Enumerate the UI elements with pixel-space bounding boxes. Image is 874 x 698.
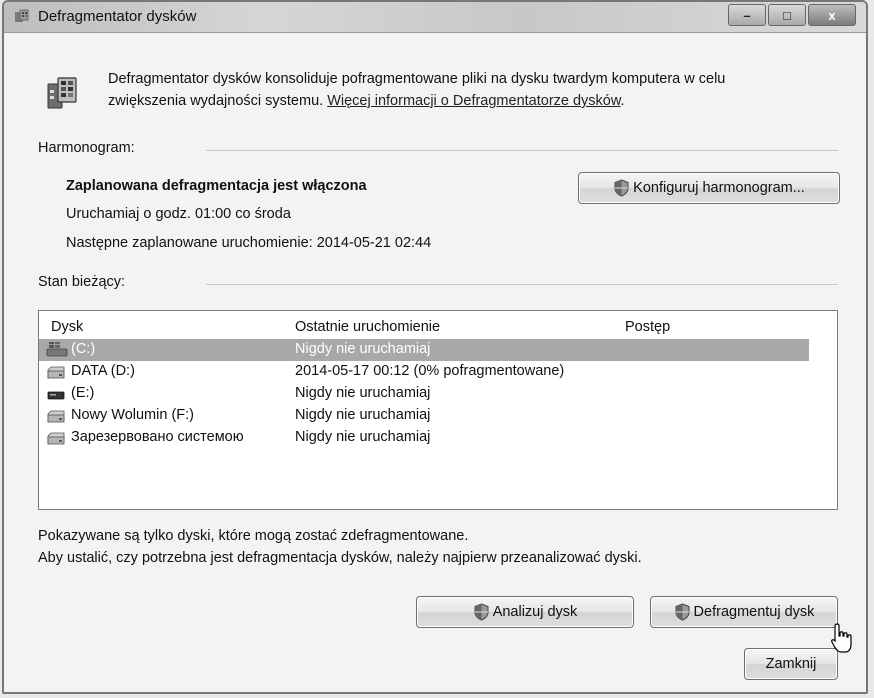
disk-row-f[interactable]: Nowy Wolumin (F:) Nigdy nie uruchamiaj [39, 405, 837, 427]
status-separator [206, 284, 838, 285]
minimize-button[interactable]: – [728, 4, 766, 26]
title-bar[interactable]: Defragmentator dysków – □ x [4, 2, 866, 33]
defrag-app-icon [15, 9, 29, 22]
disk-name: (E:) [71, 385, 95, 401]
schedule-separator [206, 150, 838, 151]
configure-schedule-button[interactable]: Konfiguruj harmonogram... [578, 172, 840, 204]
hard-drive-icon [47, 432, 65, 445]
disk-name: (C:) [71, 341, 96, 357]
schedule-run-time: Uruchamiaj o godz. 01:00 co środa [66, 206, 291, 222]
disk-last-run: 2014-05-17 00:12 (0% pofragmentowane) [295, 363, 565, 379]
schedule-section-label: Harmonogram: [38, 140, 135, 156]
disk-row-d[interactable]: DATA (D:) 2014-05-17 00:12 (0% pofragmen… [39, 361, 837, 383]
hard-drive-icon [47, 410, 65, 423]
hard-drive-icon [47, 366, 65, 379]
column-header-progress[interactable]: Postęp [625, 319, 670, 335]
schedule-status: Zaplanowana defragmentacja jest włączona [66, 178, 367, 194]
removable-drive-icon [47, 391, 65, 400]
disk-last-run: Nigdy nie uruchamiaj [295, 407, 431, 423]
uac-shield-icon [614, 179, 629, 197]
disk-row-e[interactable]: (E:) Nigdy nie uruchamiaj [39, 383, 837, 405]
more-info-link[interactable]: Więcej informacji o Defragmentatorze dys… [327, 93, 620, 109]
close-button[interactable]: Zamknij [744, 648, 838, 680]
defragmenter-window: Defragmentator dysków – □ x Defragmentat… [2, 0, 868, 694]
uac-shield-icon [474, 603, 489, 621]
disk-row-reserved[interactable]: Зарезервовано системою Nigdy nie urucham… [39, 427, 837, 449]
intro-line-2: zwiększenia wydajności systemu. [108, 93, 328, 109]
defragment-disk-button[interactable]: Defragmentuj dysk [650, 596, 838, 628]
configure-schedule-label: Konfiguruj harmonogram... [633, 180, 805, 196]
uac-shield-icon [675, 603, 690, 621]
disk-name: Nowy Wolumin (F:) [71, 407, 194, 423]
intro-line-2-end: . [620, 93, 625, 109]
info-note-2: Aby ustalić, czy potrzebna jest defragme… [38, 550, 642, 566]
disk-last-run: Nigdy nie uruchamiaj [295, 341, 431, 357]
disk-row-c[interactable]: (C:) Nigdy nie uruchamiaj [39, 339, 809, 361]
schedule-next-run: Następne zaplanowane uruchomienie: 2014-… [66, 235, 432, 251]
window-controls: – □ x [726, 4, 856, 26]
disk-name: DATA (D:) [71, 363, 135, 379]
defragment-disk-label: Defragmentuj dysk [693, 604, 815, 620]
intro-line-1: Defragmentator dysków konsoliduje pofrag… [108, 71, 726, 87]
maximize-button[interactable]: □ [768, 4, 806, 26]
disk-last-run: Nigdy nie uruchamiaj [295, 429, 431, 445]
window-title: Defragmentator dysków [38, 8, 197, 25]
analyze-disk-button[interactable]: Analizuj dysk [416, 596, 634, 628]
disk-list-header: Dysk Ostatnie uruchomienie Postęp [39, 311, 837, 339]
mouse-pointer-icon [831, 623, 852, 653]
close-window-button[interactable]: x [808, 4, 856, 26]
close-button-label: Zamknij [765, 656, 817, 672]
system-drive-icon [46, 342, 68, 357]
column-header-last-run[interactable]: Ostatnie uruchomienie [295, 319, 440, 335]
intro-description: Defragmentator dysków konsoliduje pofrag… [108, 68, 838, 112]
disk-last-run: Nigdy nie uruchamiaj [295, 385, 431, 401]
analyze-disk-label: Analizuj dysk [492, 604, 578, 620]
disk-list[interactable]: Dysk Ostatnie uruchomienie Postęp (C:) N… [38, 310, 838, 510]
info-note-1: Pokazywane są tylko dyski, które mogą zo… [38, 528, 469, 544]
disk-defragmenter-icon [47, 77, 77, 109]
disk-name: Зарезервовано системою [71, 429, 244, 445]
column-header-disk[interactable]: Dysk [51, 319, 83, 335]
current-status-section-label: Stan bieżący: [38, 274, 126, 290]
